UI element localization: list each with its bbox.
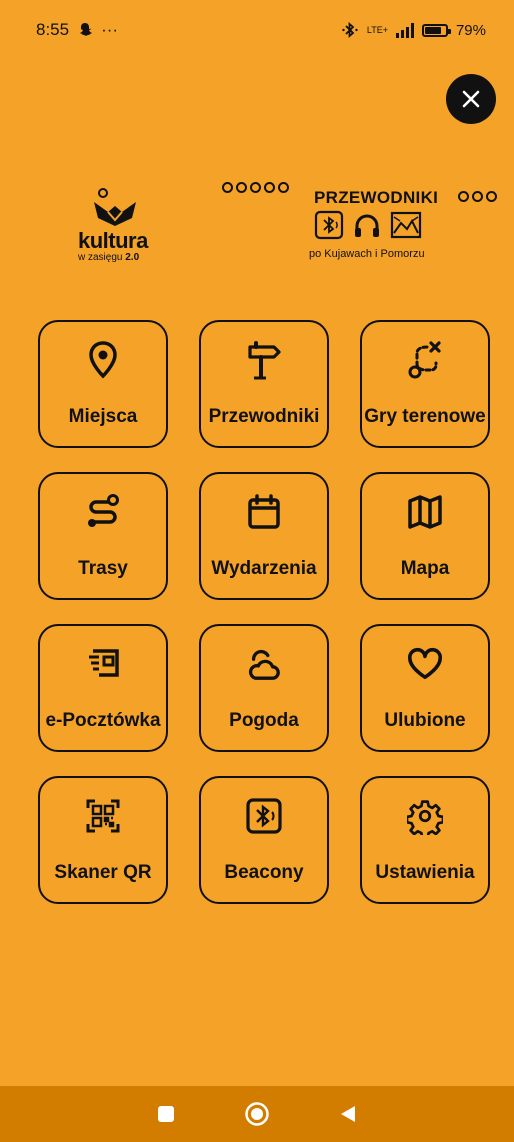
- tile-label: Pogoda: [229, 710, 299, 731]
- back-button[interactable]: [330, 1096, 366, 1132]
- tile-label: Miejsca: [68, 406, 138, 427]
- tile-mapa[interactable]: Mapa: [360, 472, 490, 600]
- battery-icon: [421, 23, 451, 37]
- status-bar: 8:55 ··· LTE+ 79%: [0, 0, 514, 60]
- battery-percent: 79%: [455, 21, 486, 39]
- decorative-dots-left: [222, 182, 289, 193]
- signpost-icon: [246, 341, 282, 380]
- system-navigation-bar: [0, 1086, 514, 1142]
- decorative-dots-right: [458, 191, 497, 202]
- tile-label: Beacony: [224, 862, 304, 883]
- logo-subtitle: w zasięgu 2.0: [78, 252, 139, 263]
- close-button[interactable]: [446, 74, 496, 124]
- tile-label: Wydarzenia: [211, 558, 317, 579]
- signal-icon: [395, 22, 414, 38]
- logo-word: kultura: [78, 228, 148, 253]
- image-icon: [390, 211, 422, 239]
- postcard-icon: [85, 646, 121, 682]
- weather-icon: [246, 646, 282, 682]
- tile-label: Skaner QR: [54, 862, 152, 883]
- recents-icon: [157, 1106, 174, 1122]
- bluetooth-status-icon: [342, 22, 358, 38]
- logo-subtitle-version: 2.0: [125, 252, 140, 263]
- tile-ustawienia[interactable]: Ustawienia: [360, 776, 490, 904]
- przewodniki-title: PRZEWODNIKI: [314, 188, 439, 207]
- status-left: 8:55 ···: [36, 20, 118, 40]
- tile-miejsca[interactable]: Miejsca: [38, 320, 168, 448]
- qr-scan-icon: [85, 798, 121, 834]
- tile-label: Trasy: [78, 558, 128, 579]
- bluetooth-box-icon: [314, 210, 344, 240]
- tile-pogoda[interactable]: Pogoda: [199, 624, 329, 752]
- tile-trasy[interactable]: Trasy: [38, 472, 168, 600]
- tile-label: Ustawienia: [375, 862, 475, 883]
- tile-e-pocztowka[interactable]: e-Pocztówka: [38, 624, 168, 752]
- kultura-logo: kultura w zasięgu 2.0: [66, 186, 176, 266]
- snapchat-icon: [80, 23, 93, 36]
- status-more: ···: [101, 20, 119, 39]
- recents-button[interactable]: [148, 1096, 184, 1132]
- back-icon: [341, 1106, 356, 1122]
- status-time: 8:55: [36, 20, 70, 39]
- tile-gry-terenowe[interactable]: Gry terenowe: [360, 320, 490, 448]
- treasure-route-icon: [407, 341, 443, 379]
- tile-ulubione[interactable]: Ulubione: [360, 624, 490, 752]
- home-button[interactable]: [239, 1096, 275, 1132]
- route-icon: [85, 494, 121, 530]
- przewodniki-icons: [314, 210, 422, 240]
- map-icon: [407, 494, 443, 530]
- tile-label: Gry terenowe: [364, 406, 486, 427]
- kultura-emblem-icon: [94, 188, 136, 226]
- network-type: LTE+: [366, 25, 388, 35]
- przewodniki-logo: PRZEWODNIKI po Kujawach i Pomorzu: [300, 188, 460, 268]
- logo-subtitle-prefix: w zasięgu: [78, 252, 123, 263]
- tile-label: Mapa: [400, 558, 450, 579]
- tile-wydarzenia[interactable]: Wydarzenia: [199, 472, 329, 600]
- tile-label: Przewodniki: [208, 406, 320, 427]
- close-icon: [462, 90, 480, 108]
- calendar-icon: [246, 494, 282, 530]
- bluetooth-beacon-icon: [246, 798, 282, 834]
- headphones-icon: [355, 214, 379, 237]
- location-pin-icon: [85, 341, 121, 379]
- tile-label: e-Pocztówka: [45, 710, 161, 731]
- tile-skaner-qr[interactable]: Skaner QR: [38, 776, 168, 904]
- gear-icon: [407, 798, 443, 835]
- przewodniki-subtitle: po Kujawach i Pomorzu: [309, 248, 425, 260]
- battery-fill: [424, 26, 441, 34]
- tile-przewodniki[interactable]: Przewodniki: [199, 320, 329, 448]
- network-indicator: LTE+: [366, 25, 388, 35]
- tile-label: Ulubione: [384, 710, 466, 731]
- heart-icon: [407, 646, 443, 682]
- status-right: LTE+ 79%: [341, 21, 486, 39]
- tile-beacony[interactable]: Beacony: [199, 776, 329, 904]
- home-icon: [245, 1102, 269, 1126]
